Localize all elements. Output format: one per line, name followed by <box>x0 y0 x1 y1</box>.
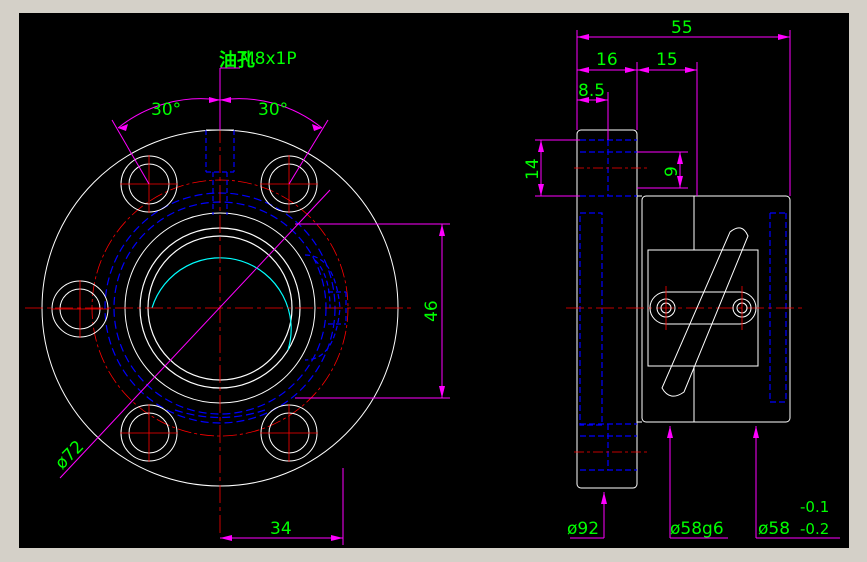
cad-drawing: 油孔 M8x1P 30° 30° 46 34 ø72 55 16 15 8.5 … <box>25 18 840 545</box>
tolerance-upper: -0.1 <box>800 498 829 516</box>
thread-label: M8x1P <box>240 49 297 69</box>
side-flange <box>576 129 638 489</box>
dim-phi72-label: ø72 <box>51 437 88 474</box>
dim-8-5-label: 8.5 <box>578 81 605 101</box>
dim-9-label: 9 <box>662 166 682 177</box>
dim-15-label: 15 <box>656 50 678 70</box>
dim-phi92-label: ø92 <box>567 519 599 539</box>
front-dimensions <box>59 67 450 545</box>
tolerance-lower: -0.2 <box>800 520 829 538</box>
dim-46-label: 46 <box>422 300 442 322</box>
thread-arc <box>151 257 292 351</box>
angle-right-label: 30° <box>258 100 288 120</box>
angle-left-label: 30° <box>151 100 181 120</box>
side-body <box>641 195 791 423</box>
side-hidden-lines <box>579 139 787 471</box>
dimension-labels: 油孔 M8x1P 30° 30° 46 34 ø72 55 16 15 8.5 … <box>51 18 829 539</box>
dim-phi72-leader <box>59 189 331 479</box>
side-arrowheads <box>538 34 790 504</box>
dim-14-label: 14 <box>523 158 543 180</box>
drawing-canvas: 油孔 M8x1P 30° 30° 46 34 ø72 55 16 15 8.5 … <box>19 13 849 548</box>
front-view <box>25 95 412 535</box>
side-view <box>566 129 805 489</box>
dim-phi58g6-label: ø58g6 <box>670 519 724 539</box>
dim-16-label: 16 <box>596 50 618 70</box>
front-arrowheads <box>118 97 445 541</box>
window-frame: 油孔 M8x1P 30° 30° 46 34 ø72 55 16 15 8.5 … <box>0 0 867 562</box>
dim-55-label: 55 <box>671 18 693 38</box>
dim-phi58-label: ø58 <box>758 519 790 539</box>
side-dimensions <box>535 30 840 539</box>
dim-34-label: 34 <box>270 519 292 539</box>
